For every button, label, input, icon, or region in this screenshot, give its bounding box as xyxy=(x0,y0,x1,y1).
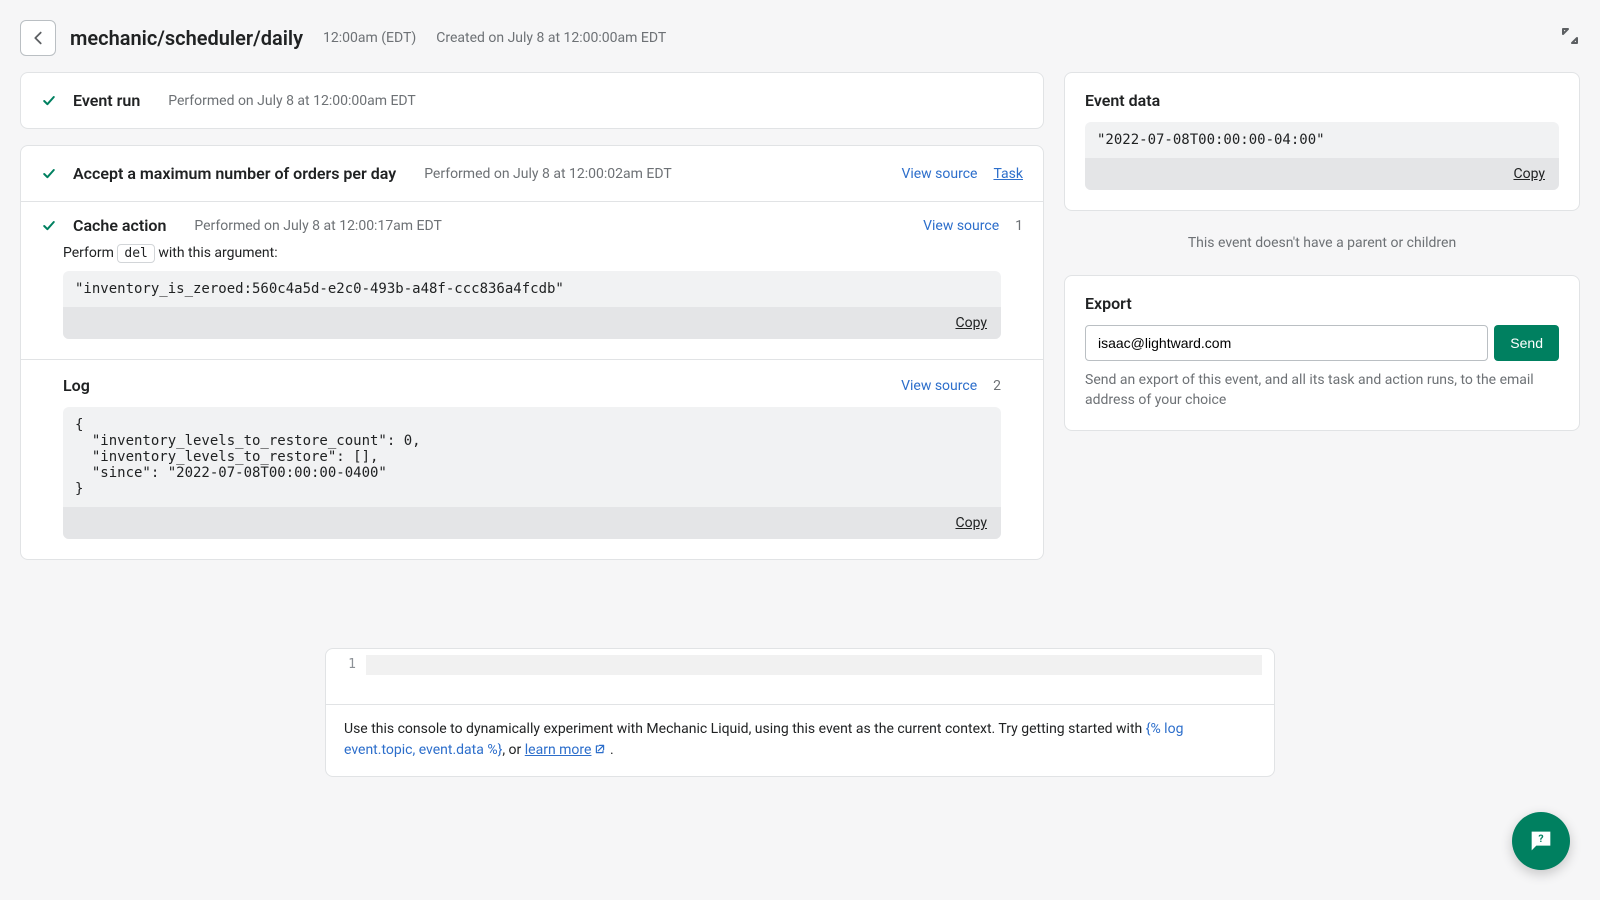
header-created: Created on July 8 at 12:00:00am EDT xyxy=(436,30,666,46)
cache-title: Cache action xyxy=(73,216,166,235)
task-performed: Performed on July 8 at 12:00:02am EDT xyxy=(424,166,672,182)
export-title: Export xyxy=(1065,276,1579,325)
event-data-card: Event data "2022-07-08T00:00:00-04:00" C… xyxy=(1064,72,1580,211)
task-title: Accept a maximum number of orders per da… xyxy=(73,164,396,183)
chat-button[interactable]: ? xyxy=(1512,812,1570,870)
log-content: { "inventory_levels_to_restore_count": 0… xyxy=(63,407,1001,507)
header-time: 12:00am (EDT) xyxy=(323,30,416,46)
chat-icon: ? xyxy=(1527,827,1555,855)
task-card: Accept a maximum number of orders per da… xyxy=(20,145,1044,560)
cache-argument: "inventory_is_zeroed:560c4a5d-e2c0-493b-… xyxy=(63,271,1001,307)
log-block: { "inventory_levels_to_restore_count": 0… xyxy=(63,407,1001,539)
event-data-block: "2022-07-08T00:00:00-04:00" Copy xyxy=(1085,122,1559,190)
event-data-copy-button[interactable]: Copy xyxy=(1513,166,1545,182)
learn-more-link[interactable]: learn more xyxy=(525,742,592,758)
page-title: mechanic/scheduler/daily xyxy=(70,26,303,50)
console-hint-mid: , or xyxy=(502,742,524,758)
cache-perform-line: Perform del with this argument: xyxy=(63,245,1001,261)
check-icon xyxy=(41,166,57,182)
log-seq: 2 xyxy=(993,378,1001,394)
event-run-title: Event run xyxy=(73,91,140,110)
external-link-icon xyxy=(594,743,606,759)
log-copy-button[interactable]: Copy xyxy=(955,515,987,531)
export-help: Send an export of this event, and all it… xyxy=(1085,371,1559,410)
cache-seq: 1 xyxy=(1015,218,1023,234)
check-icon xyxy=(41,218,57,234)
task-view-source-link[interactable]: View source xyxy=(901,166,977,182)
event-run-card: Event run Performed on July 8 at 12:00:0… xyxy=(20,72,1044,129)
cache-view-source-link[interactable]: View source xyxy=(923,218,999,234)
expand-button[interactable] xyxy=(1560,26,1580,50)
task-link[interactable]: Task xyxy=(993,166,1023,182)
console-hint-prefix: Use this console to dynamically experime… xyxy=(344,721,1146,737)
liquid-console: 1 Use this console to dynamically experi… xyxy=(325,648,1275,777)
back-button[interactable] xyxy=(20,20,56,56)
console-editor[interactable]: 1 xyxy=(326,649,1274,705)
log-view-source-link[interactable]: View source xyxy=(901,378,977,394)
event-data-content: "2022-07-08T00:00:00-04:00" xyxy=(1085,122,1559,158)
check-icon xyxy=(41,93,57,109)
svg-text:?: ? xyxy=(1538,832,1543,845)
console-line-number: 1 xyxy=(326,649,366,704)
event-run-performed: Performed on July 8 at 12:00:00am EDT xyxy=(168,93,416,109)
export-card: Export Send Send an export of this event… xyxy=(1064,275,1580,431)
cache-perform-prefix: Perform xyxy=(63,245,114,261)
event-data-title: Event data xyxy=(1065,73,1579,122)
cache-argument-block: "inventory_is_zeroed:560c4a5d-e2c0-493b-… xyxy=(63,271,1001,339)
cache-performed: Performed on July 8 at 12:00:17am EDT xyxy=(194,218,442,234)
relation-note: This event doesn't have a parent or chil… xyxy=(1064,227,1580,259)
console-hint-suffix: . xyxy=(606,742,613,758)
cache-perform-suffix: with this argument: xyxy=(158,245,277,261)
expand-icon xyxy=(1560,26,1580,46)
log-title: Log xyxy=(63,376,90,395)
export-send-button[interactable]: Send xyxy=(1494,325,1559,361)
console-input-line[interactable] xyxy=(366,655,1262,675)
arrow-left-icon xyxy=(29,29,47,47)
cache-copy-button[interactable]: Copy xyxy=(955,315,987,331)
cache-command: del xyxy=(117,244,154,263)
export-email-input[interactable] xyxy=(1085,325,1488,361)
